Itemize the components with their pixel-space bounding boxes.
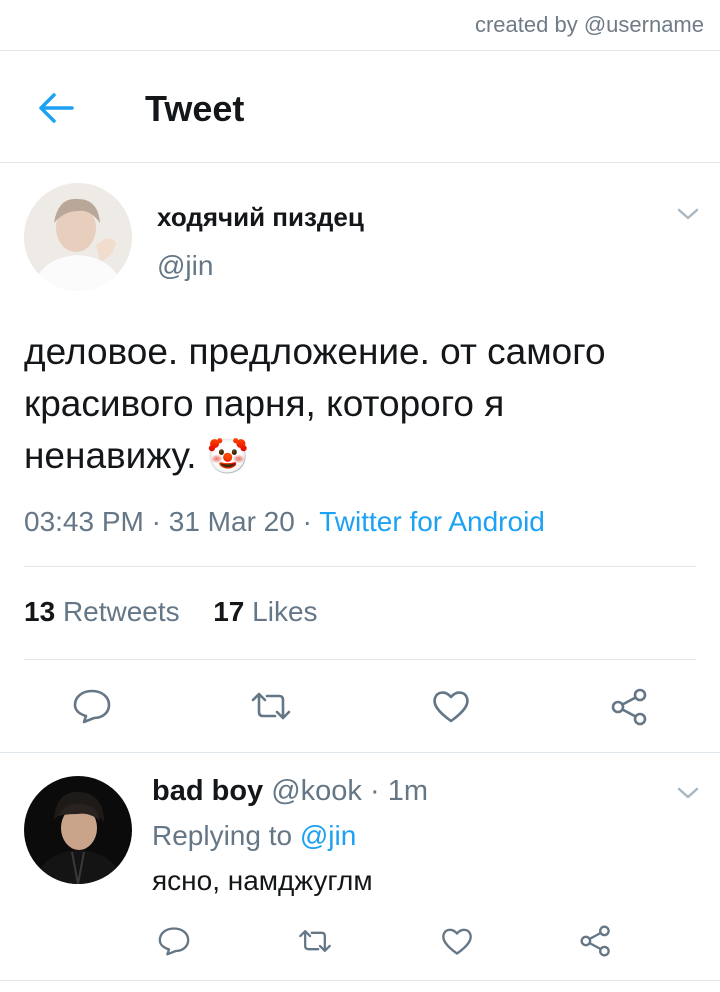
meta-separator: ·: [302, 506, 312, 537]
retweet-icon[interactable]: [249, 690, 293, 722]
back-arrow-icon[interactable]: [36, 90, 76, 126]
tweet-stats: 13 Retweets 17 Likes: [24, 596, 318, 628]
tweet-text-content: деловое. предложение. от самого красивог…: [24, 331, 606, 476]
author-avatar[interactable]: [24, 183, 132, 291]
reply-retweet-icon[interactable]: [297, 927, 333, 955]
author-handle[interactable]: @jin: [157, 250, 213, 282]
meta-divider: [24, 566, 696, 567]
replying-label: Replying to: [152, 820, 293, 851]
tweet-time: 03:43 PM: [24, 506, 144, 537]
likes-count[interactable]: 17: [213, 596, 244, 627]
page-title: Tweet: [145, 88, 245, 129]
watermark: created by @username: [474, 12, 704, 37]
reply-share-icon[interactable]: [579, 925, 613, 957]
tweet-divider: [0, 752, 720, 753]
reply-header: bad boy @kook · 1m: [152, 775, 428, 808]
tweet-source-link[interactable]: Twitter for Android: [319, 506, 545, 537]
bottom-divider: [0, 980, 720, 981]
reply-time: 1m: [387, 775, 429, 807]
replying-to: Replying to @jin: [152, 820, 356, 852]
tweet-date: 31 Mar 20: [168, 506, 295, 537]
header-divider: [0, 162, 720, 163]
tweet-meta: 03:43 PM · 31 Mar 20 · Twitter for Andro…: [24, 506, 545, 538]
clown-emoji-icon: 🤡: [206, 438, 250, 476]
heart-icon[interactable]: [431, 688, 471, 724]
reply-icon[interactable]: [72, 688, 112, 724]
reply-heart-icon[interactable]: [440, 926, 474, 956]
retweets-count[interactable]: 13: [24, 596, 55, 627]
retweets-label[interactable]: Retweets: [63, 596, 180, 627]
reply-reply-icon[interactable]: [157, 926, 191, 956]
share-icon[interactable]: [610, 688, 650, 726]
reply-text: ясно, намджуглм: [152, 865, 373, 896]
reply-chevron-down-icon[interactable]: [674, 783, 702, 803]
reply-author-name[interactable]: bad boy: [152, 775, 263, 807]
chevron-down-icon[interactable]: [674, 204, 702, 224]
reply-author-handle[interactable]: @kook: [271, 775, 362, 807]
replying-handle-link[interactable]: @jin: [300, 820, 356, 851]
author-name[interactable]: ходячий пиздец: [157, 202, 364, 233]
meta-separator: ·: [151, 506, 161, 537]
top-divider: [0, 50, 720, 51]
tweet-text: деловое. предложение. от самого красивог…: [24, 326, 664, 483]
stats-divider: [24, 659, 696, 660]
reply-author-avatar[interactable]: [24, 776, 132, 884]
reply-separator: ·: [370, 775, 380, 807]
likes-label[interactable]: Likes: [252, 596, 317, 627]
